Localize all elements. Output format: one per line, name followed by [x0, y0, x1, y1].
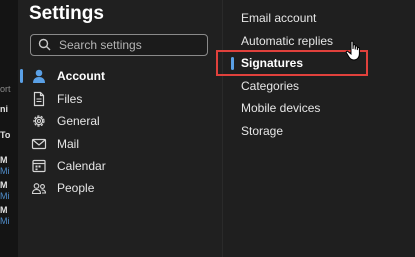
nav-item-general[interactable]: General	[18, 111, 218, 131]
nav-label: Files	[57, 92, 83, 106]
nav-item-account[interactable]: Account	[18, 66, 218, 86]
settings-nav-panel: Settings Search settings Account Files G…	[18, 0, 222, 257]
settings-title: Settings	[29, 3, 104, 24]
submenu-item-email-account[interactable]: Email account	[241, 11, 316, 25]
calendar-icon	[31, 158, 47, 174]
account-submenu-panel: Email account Automatic replies Signatur…	[222, 0, 415, 257]
search-icon	[38, 38, 51, 56]
file-icon	[31, 91, 47, 107]
nav-item-calendar[interactable]: Calendar	[18, 156, 218, 176]
submenu-item-automatic-replies[interactable]: Automatic replies	[241, 34, 333, 48]
background-text-fragment: Mi	[0, 191, 10, 201]
background-text-fragment: ort	[0, 84, 11, 94]
nav-label: Account	[57, 69, 105, 83]
background-text-fragment: M	[0, 205, 8, 215]
background-app-strip: ort ni To M Mi M Mi M Mi	[0, 0, 19, 257]
background-text-fragment: Mi	[0, 216, 10, 226]
nav-label: People	[57, 181, 95, 195]
search-placeholder: Search settings	[59, 38, 142, 52]
background-text-fragment: M	[0, 180, 8, 190]
mail-icon	[31, 136, 47, 152]
person-icon	[31, 68, 47, 84]
background-text-fragment: ni	[0, 104, 8, 114]
search-settings-input[interactable]: Search settings	[30, 34, 208, 56]
nav-item-mail[interactable]: Mail	[18, 134, 218, 154]
selection-indicator	[20, 69, 23, 83]
gear-icon	[31, 113, 47, 129]
people-icon	[31, 180, 47, 196]
submenu-item-categories[interactable]: Categories	[241, 79, 299, 93]
background-text-fragment: To	[0, 130, 11, 140]
nav-item-files[interactable]: Files	[18, 89, 218, 109]
nav-label: Mail	[57, 137, 80, 151]
submenu-item-mobile-devices[interactable]: Mobile devices	[241, 101, 320, 115]
background-text-fragment: Mi	[0, 166, 10, 176]
background-text-fragment: M	[0, 155, 8, 165]
nav-label: Calendar	[57, 159, 106, 173]
nav-label: General	[57, 114, 100, 128]
nav-item-people[interactable]: People	[18, 178, 218, 198]
submenu-item-storage[interactable]: Storage	[241, 124, 283, 138]
hand-cursor-icon	[345, 40, 363, 67]
